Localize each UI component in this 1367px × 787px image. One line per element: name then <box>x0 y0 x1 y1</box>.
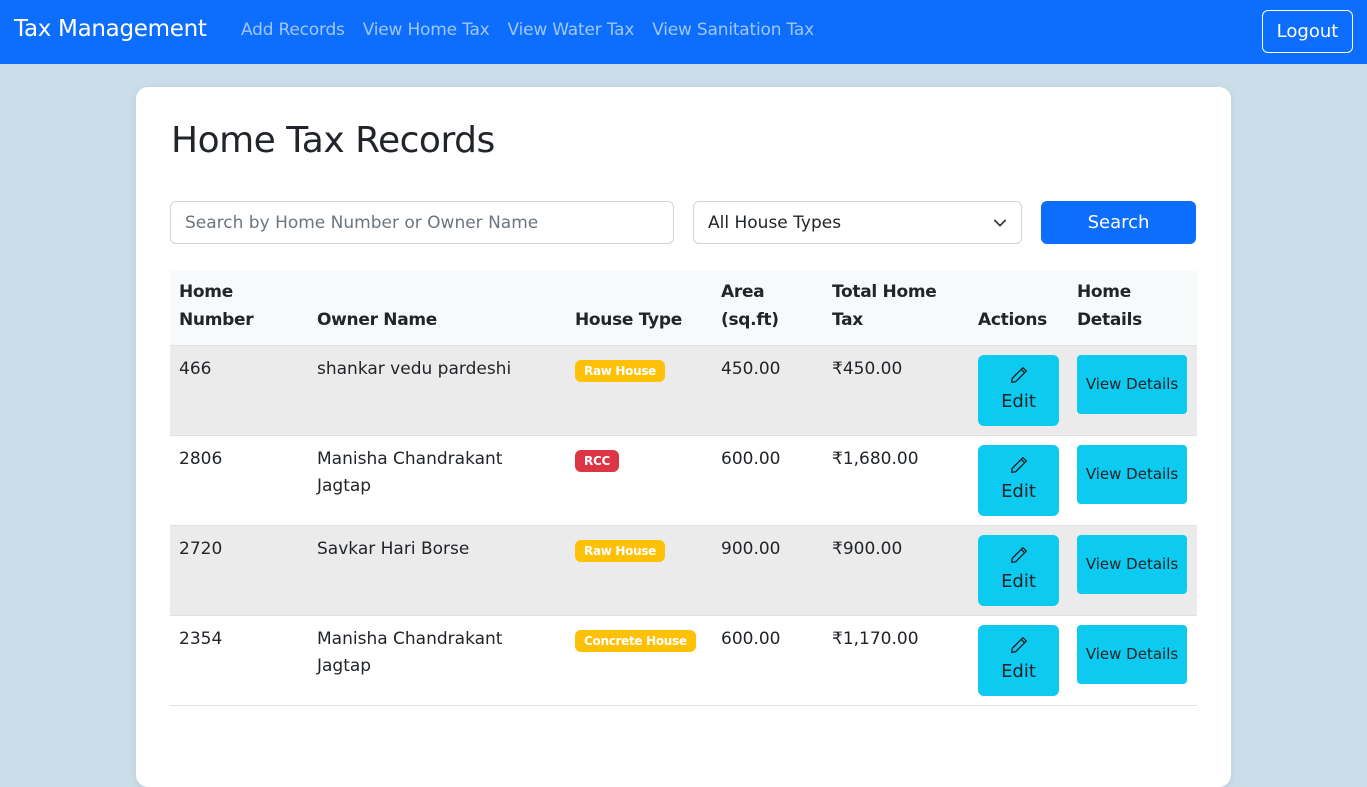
cell-total-tax: ₹900.00 <box>832 538 903 559</box>
search-input[interactable] <box>170 201 674 244</box>
edit-button[interactable]: Edit <box>978 534 1059 606</box>
cell-house-type: Concrete House <box>566 615 712 705</box>
cell-home-number: 2354 <box>179 628 223 649</box>
home-tax-table: Home Number Owner Name House Type Area (… <box>170 271 1197 706</box>
cell-actions: Edit <box>969 435 1068 525</box>
cell-actions: Edit <box>969 345 1068 435</box>
table-row: 2720 Savkar Hari Borse Raw House 900.00 … <box>170 525 1197 615</box>
header-owner-name: Owner Name <box>308 271 566 346</box>
nav-links: Add Records View Home Tax View Water Tax… <box>241 20 832 40</box>
cell-owner-name: shankar vedu pardeshi <box>317 358 512 379</box>
house-type-badge: Raw House <box>575 539 666 562</box>
table-header-row: Home Number Owner Name House Type Area (… <box>170 271 1197 346</box>
nav-view-sanitation-tax[interactable]: View Sanitation Tax <box>652 20 814 40</box>
table-row: 2806 Manisha Chandrakant Jagtap RCC 600.… <box>170 435 1197 525</box>
page-title: Home Tax Records <box>171 120 495 161</box>
cell-total-tax: ₹1,680.00 <box>832 448 919 469</box>
cell-house-type: Raw House <box>566 345 712 435</box>
nav-view-home-tax[interactable]: View Home Tax <box>363 20 490 40</box>
edit-button[interactable]: Edit <box>978 624 1059 696</box>
chevron-down-icon <box>993 219 1007 226</box>
view-details-button[interactable]: View Details <box>1077 534 1187 594</box>
house-type-badge: Raw House <box>575 359 666 382</box>
nav-add-records[interactable]: Add Records <box>241 20 345 40</box>
logout-button[interactable]: Logout <box>1262 10 1353 53</box>
cell-home-number: 466 <box>179 358 212 379</box>
top-navbar: Tax Management Add Records View Home Tax… <box>0 0 1367 64</box>
edit-button[interactable]: Edit <box>978 444 1059 516</box>
cell-actions: Edit <box>969 525 1068 615</box>
cell-actions: Edit <box>969 615 1068 705</box>
pencil-icon <box>1010 456 1027 473</box>
cell-owner-name: Savkar Hari Borse <box>317 538 470 559</box>
header-area: Area (sq.ft) <box>712 271 823 346</box>
cell-home-number: 2806 <box>179 448 223 469</box>
brand-link[interactable]: Tax Management <box>14 16 207 42</box>
edit-label: Edit <box>1001 570 1036 592</box>
view-details-button[interactable]: View Details <box>1077 444 1187 504</box>
nav-view-water-tax[interactable]: View Water Tax <box>508 20 635 40</box>
cell-home-number: 2720 <box>179 538 223 559</box>
cell-home-details: View Details <box>1068 615 1197 705</box>
cell-area: 600.00 <box>721 628 781 649</box>
header-house-type: House Type <box>566 271 712 346</box>
header-total-tax: Total Home Tax <box>823 271 969 346</box>
cell-area: 900.00 <box>721 538 781 559</box>
edit-label: Edit <box>1001 390 1036 412</box>
edit-button[interactable]: Edit <box>978 354 1059 426</box>
cell-owner-name: Manisha Chandrakant Jagtap <box>317 628 503 676</box>
edit-label: Edit <box>1001 660 1036 682</box>
cell-total-tax: ₹450.00 <box>832 358 903 379</box>
cell-total-tax: ₹1,170.00 <box>832 628 919 649</box>
house-type-badge: RCC <box>575 449 619 472</box>
header-home-number: Home Number <box>170 271 308 346</box>
records-card: Home Tax Records All House Types Search … <box>136 87 1231 787</box>
cell-home-details: View Details <box>1068 525 1197 615</box>
pencil-icon <box>1010 636 1027 653</box>
cell-owner-name: Manisha Chandrakant Jagtap <box>317 448 503 496</box>
edit-label: Edit <box>1001 480 1036 502</box>
house-type-select[interactable]: All House Types <box>693 201 1022 244</box>
table-row: 2354 Manisha Chandrakant Jagtap Concrete… <box>170 615 1197 705</box>
cell-area: 600.00 <box>721 448 781 469</box>
view-details-button[interactable]: View Details <box>1077 624 1187 684</box>
header-actions: Actions <box>969 271 1068 346</box>
pencil-icon <box>1010 366 1027 383</box>
cell-area: 450.00 <box>721 358 781 379</box>
house-type-badge: Concrete House <box>575 629 696 652</box>
pencil-icon <box>1010 546 1027 563</box>
view-details-button[interactable]: View Details <box>1077 354 1187 414</box>
house-type-selected-value: All House Types <box>708 212 842 233</box>
cell-house-type: Raw House <box>566 525 712 615</box>
search-button[interactable]: Search <box>1041 201 1196 244</box>
header-home-details: Home Details <box>1068 271 1197 346</box>
cell-house-type: RCC <box>566 435 712 525</box>
cell-home-details: View Details <box>1068 345 1197 435</box>
cell-home-details: View Details <box>1068 435 1197 525</box>
table-row: 466 shankar vedu pardeshi Raw House 450.… <box>170 345 1197 435</box>
